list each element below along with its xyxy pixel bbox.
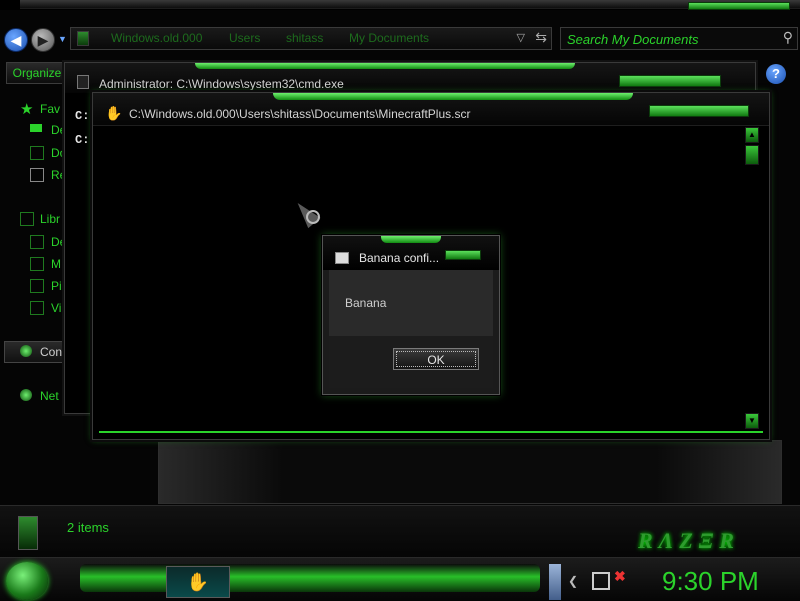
window-controls[interactable] [688,2,790,10]
network-icon [20,389,32,401]
close-button[interactable] [445,250,481,260]
forward-button[interactable]: ▶ [31,28,55,52]
ok-button[interactable]: OK [393,348,479,370]
show-desktop-button[interactable] [549,564,561,600]
search-icon[interactable]: ⚲ [783,29,793,46]
screensaver-title: C:\Windows.old.000\Users\shitass\Documen… [129,107,471,121]
cmd-icon [77,75,89,89]
message-dialog[interactable]: Banana confi... Banana OK [322,235,500,395]
vertical-scrollbar[interactable]: ▲ ▼ [745,127,759,429]
nav-network[interactable]: Net [40,389,59,403]
help-icon[interactable]: ? [766,64,786,84]
busy-indicator-icon [306,210,320,224]
downloads-icon [30,146,44,160]
window-controls[interactable] [619,75,721,87]
cmd-title: Administrator: C:\Windows\system32\cmd.e… [99,77,344,91]
top-window-strip [20,0,800,10]
scroll-down-button[interactable]: ▼ [745,413,759,429]
scroll-thumb[interactable] [745,145,759,165]
nav-lib-item[interactable]: Pi [51,279,62,293]
recent-places-icon [30,168,44,182]
pictures-icon [30,279,44,293]
taskbar-app-button[interactable]: ✋ [166,566,230,598]
history-dropdown-icon[interactable]: ▼ [58,34,67,44]
item-count: 2 items [67,520,109,535]
breadcrumb-item[interactable]: Users [229,31,260,45]
documents-icon [30,235,44,249]
videos-icon [30,301,44,315]
nav-libraries[interactable]: Libr [40,212,60,226]
dialog-title-bar[interactable]: Banana confi... [323,236,499,270]
breadcrumb-item[interactable]: My Documents [349,31,429,45]
hand-icon: ✋ [105,105,123,121]
nav-lib-item[interactable]: Vi [51,301,61,315]
cmd-title-bar[interactable]: Administrator: C:\Windows\system32\cmd.e… [65,63,755,93]
start-button[interactable] [6,562,48,600]
scroll-up-button[interactable]: ▲ [745,127,759,143]
nav-lib-item[interactable]: M [51,257,61,271]
chevron-down-icon[interactable]: ▽ [517,31,525,44]
nav-computer[interactable]: Con [40,345,62,359]
clock[interactable]: 9:30 PM [662,566,759,597]
star-icon: ★ [20,101,34,118]
music-icon [30,257,44,271]
organize-button[interactable]: Organize [6,62,68,84]
libraries-icon [20,212,34,226]
search-box[interactable]: ⚲ [560,27,798,50]
background-panel [158,440,782,504]
refresh-icon[interactable]: ⇆ [535,29,547,46]
network-error-icon[interactable]: ✖ [614,568,626,585]
computer-icon [20,345,32,357]
screensaver-title-bar[interactable]: ✋ C:\Windows.old.000\Users\shitass\Docum… [93,93,769,126]
desktop-icon [30,124,42,132]
dialog-body: Banana [329,270,493,336]
dialog-message: Banana [345,296,387,310]
search-input[interactable] [565,30,769,48]
network-tray-icon[interactable] [592,572,610,590]
status-bar: 2 items RΛZΞR [0,505,800,558]
back-button[interactable]: ◀ [4,28,28,52]
window-controls[interactable] [649,105,749,117]
taskbar-glow [80,564,540,592]
folder-icon [18,516,38,550]
nav-favorites[interactable]: Fav [40,102,60,116]
razer-logo: RΛZΞR [638,528,740,553]
hand-icon: ✋ [186,572,210,592]
window-glow [99,431,763,433]
folder-icon [77,31,89,46]
breadcrumb-item[interactable]: Windows.old.000 [111,31,202,45]
tray-arrow-icon[interactable]: ❮ [568,574,578,588]
app-icon [335,252,349,264]
dialog-title: Banana confi... [359,251,440,265]
taskbar: ✋ ❮ ✖ 9:30 PM [0,557,800,601]
breadcrumb-item[interactable]: shitass [286,31,323,45]
address-bar[interactable]: Windows.old.000 Users shitass My Documen… [70,27,552,50]
